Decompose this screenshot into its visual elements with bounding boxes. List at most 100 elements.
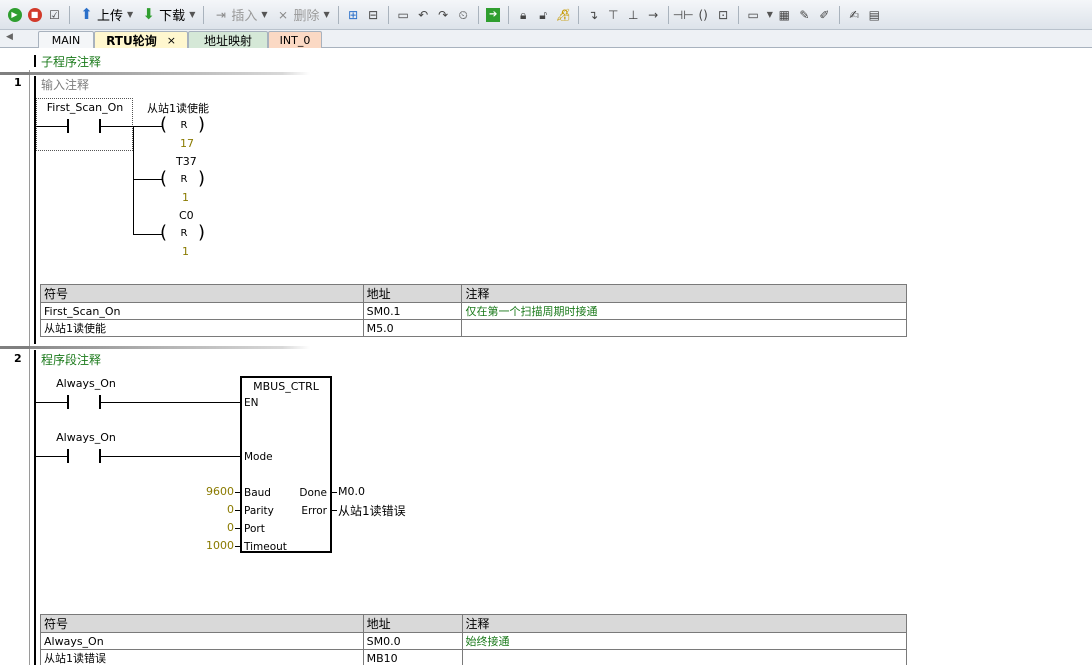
power-rail — [34, 350, 36, 665]
monitor-icon[interactable]: ⏲ — [455, 6, 472, 23]
contact-left-bar[interactable] — [67, 449, 69, 463]
tab-main[interactable]: MAIN — [38, 31, 94, 48]
toolbar-separator — [387, 5, 389, 24]
download-button[interactable]: ⬇ 下载 ▼ — [138, 5, 197, 25]
coil-3-count[interactable]: 1 — [182, 245, 189, 258]
coil-3-operand[interactable]: C0 — [179, 209, 194, 222]
coil-2-count[interactable]: 1 — [182, 191, 189, 204]
cell-symbol: 从站1读错误 — [40, 649, 364, 665]
error-value[interactable]: 从站1读错误 — [338, 502, 406, 519]
tab-rtu-polling[interactable]: RTU轮询 × — [94, 31, 188, 48]
toolbar-separator — [69, 5, 70, 24]
header-address: 地址 — [362, 614, 463, 633]
contact-en-operand[interactable]: Always_On — [36, 377, 136, 390]
coil-right-paren[interactable]: ) — [198, 170, 205, 188]
download-arrow-icon: ⬇ — [142, 5, 155, 23]
run-icon[interactable]: ▶ — [6, 6, 23, 23]
subroutine-comment[interactable]: 子程序注释 — [41, 53, 101, 70]
coil-1-count[interactable]: 17 — [180, 137, 194, 150]
comment-marker — [34, 55, 36, 67]
coil-icon[interactable]: () — [695, 6, 712, 23]
close-icon[interactable]: × — [167, 34, 176, 47]
coil-left-paren[interactable]: ( — [160, 116, 167, 134]
cell-address: SM0.0 — [362, 632, 463, 650]
mbus-ctrl-block[interactable]: MBUS_CTRL EN Mode Baud Parity Port Timeo… — [240, 376, 332, 553]
block-title: MBUS_CTRL — [253, 380, 319, 393]
contact-icon[interactable]: ⊣⊢ — [673, 6, 694, 23]
contact-operand[interactable]: First_Scan_On — [36, 101, 134, 114]
coil-left-paren[interactable]: ( — [160, 224, 167, 242]
pin-port: Port — [244, 523, 265, 535]
tab-scroll-left-icon[interactable]: ◀ — [6, 32, 13, 42]
network-2-comment[interactable]: 程序段注释 — [41, 351, 101, 368]
toolbar-separator — [838, 5, 840, 24]
chevron-down-icon[interactable]: ▼ — [189, 10, 195, 19]
edit-alt-icon[interactable]: ✐ — [816, 6, 833, 23]
network-2-number: 2 — [14, 352, 22, 365]
chevron-down-icon[interactable]: ▼ — [324, 10, 330, 19]
symbol-icon[interactable]: ▦ — [776, 6, 793, 23]
wire — [332, 492, 337, 493]
contact-left-bar[interactable] — [67, 395, 69, 409]
branch-down-icon[interactable]: ↴ — [585, 6, 602, 23]
wire — [235, 492, 240, 493]
pin-en: EN — [244, 397, 259, 409]
network-2-header-bar — [30, 346, 310, 349]
chevron-down-icon[interactable]: ▼ — [127, 10, 133, 19]
unlock-icon[interactable]: 🔓︎ — [535, 6, 552, 23]
parity-value[interactable]: 0 — [227, 503, 234, 516]
bookmark-icon[interactable]: ✍ — [846, 6, 863, 23]
tab-int0[interactable]: INT_0 — [268, 31, 322, 48]
network-1-comment[interactable]: 输入注释 — [41, 76, 89, 93]
port-value[interactable]: 0 — [227, 521, 234, 534]
properties-icon[interactable]: ▤ — [866, 6, 883, 23]
toolbar-separator — [577, 5, 579, 24]
toolbar-separator — [507, 5, 509, 24]
delete-button[interactable]: ⨯ 删除 ▼ — [273, 5, 332, 25]
branch-line-icon[interactable]: ⊤ — [605, 6, 622, 23]
delete-label: 删除 — [293, 9, 320, 24]
coil-right-paren[interactable]: ) — [198, 116, 205, 134]
lock-add-icon[interactable]: 🔏︎ — [555, 6, 572, 23]
edit-icon[interactable]: ✎ — [796, 6, 813, 23]
header-symbol: 符号 — [40, 284, 364, 303]
chevron-down-icon[interactable]: ▼ — [767, 10, 773, 19]
tab-bar: ◀ MAIN RTU轮询 × 地址映射 INT_0 — [0, 30, 1092, 48]
branch-up-icon[interactable]: ⊥ — [625, 6, 642, 23]
network-1-number: 1 — [14, 76, 22, 89]
table-row: 从站1读使能 M5.0 — [40, 319, 907, 337]
wire — [332, 510, 337, 511]
done-value[interactable]: M0.0 — [338, 485, 365, 498]
redo-icon[interactable]: ↷ — [435, 6, 452, 23]
goto-icon[interactable]: ➔ — [485, 6, 502, 23]
coil-right-paren[interactable]: ) — [198, 224, 205, 242]
compile-icon[interactable]: ☑ — [46, 6, 63, 23]
network-marker — [0, 346, 30, 349]
coil-2-operand[interactable]: T37 — [176, 155, 197, 168]
timeout-value[interactable]: 1000 — [206, 539, 234, 552]
header-comment: 注释 — [461, 284, 907, 303]
baud-value[interactable]: 9600 — [206, 485, 234, 498]
insert-button[interactable]: ⇥ 插入 ▼ — [210, 5, 269, 25]
toolbar-separator — [737, 5, 739, 24]
branch-right-icon[interactable]: → — [645, 6, 662, 23]
block-icon[interactable]: ⊡ — [715, 6, 732, 23]
network-alt-icon[interactable]: ⊟ — [365, 6, 382, 23]
chevron-down-icon[interactable]: ▼ — [261, 10, 267, 19]
ladder-editor[interactable]: 子程序注释 1 输入注释 First_Scan_On 从站1读使能 ( R ) … — [0, 48, 1092, 665]
stop-icon[interactable]: ■ — [26, 6, 43, 23]
network-icon[interactable]: ⊞ — [345, 6, 362, 23]
upload-arrow-icon: ⬆ — [80, 5, 93, 23]
delete-icon: ⨯ — [277, 7, 289, 22]
coil-left-paren[interactable]: ( — [160, 170, 167, 188]
upload-button[interactable]: ⬆ 上传 ▼ — [76, 5, 135, 25]
download-label: 下载 — [159, 9, 186, 24]
lock-icon[interactable]: 🔒︎ — [515, 6, 532, 23]
box-icon[interactable]: ▭ — [395, 6, 412, 23]
undo-icon[interactable]: ↶ — [415, 6, 432, 23]
contact-left-bar[interactable] — [67, 119, 69, 133]
comment-icon[interactable]: ▭ — [745, 6, 762, 23]
symbol-table-1: 符号 地址 注释 First_Scan_On SM0.1 仅在第一个扫描周期时接… — [40, 284, 907, 337]
tab-address-mapping[interactable]: 地址映射 — [188, 31, 268, 48]
contact-mode-operand[interactable]: Always_On — [36, 431, 136, 444]
